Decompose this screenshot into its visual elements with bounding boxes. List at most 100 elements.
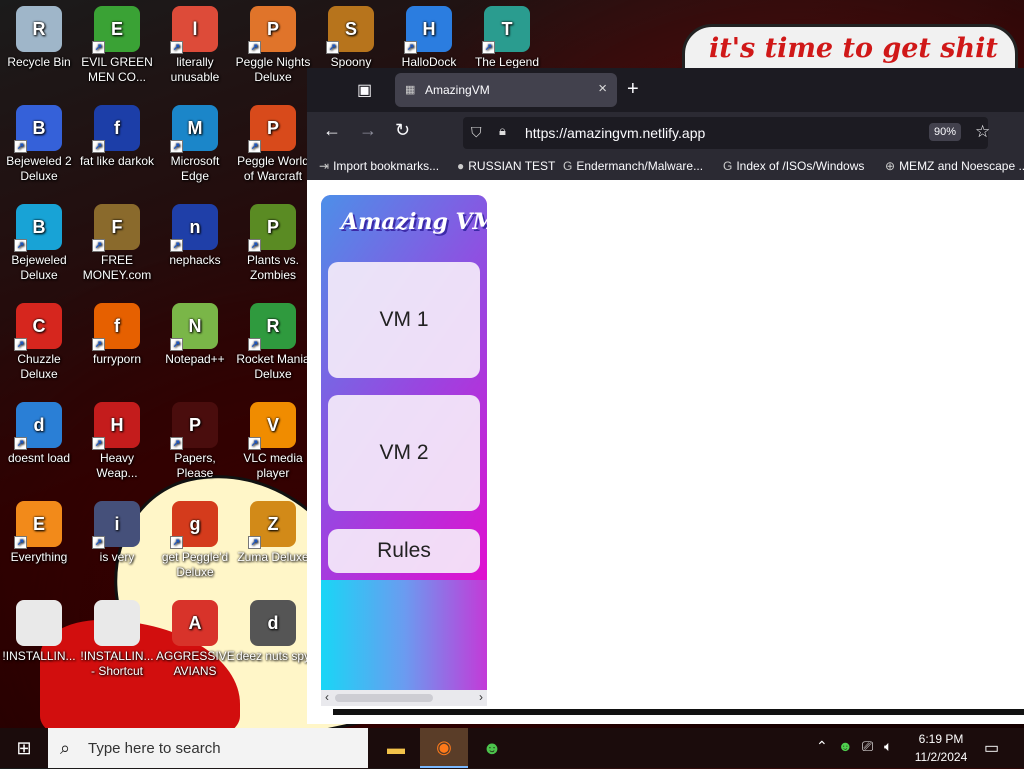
peggle-nights-icon: P ↗ (248, 6, 296, 54)
desktop-shortcut[interactable]: f ↗ furryporn (78, 303, 156, 367)
vm-1-card[interactable]: VM 1 (328, 262, 480, 378)
chuzzle-icon: C ↗ (14, 303, 62, 351)
tab-amazingvm[interactable]: ▦ AmazingVM × (395, 73, 617, 107)
clock-date: 11/2/2024 (914, 750, 968, 764)
desktop-shortcut[interactable]: S ↗ Spoony (312, 6, 390, 70)
shortcut-arrow-icon: ↗ (170, 140, 183, 153)
shortcut-arrow-icon: ↗ (92, 239, 105, 252)
desktop-shortcut[interactable]: V ↗ VLC media player (234, 402, 312, 481)
google-icon: G (563, 159, 573, 173)
close-tab-icon[interactable]: × (598, 80, 607, 97)
desktop-shortcut[interactable]: A AGGRESSIVE AVIANS (156, 600, 235, 679)
vm-2-card[interactable]: VM 2 (328, 395, 480, 511)
bookmark-russian-test[interactable]: ● RUSSIAN TEST (457, 159, 555, 173)
tab-title: AmazingVM (425, 83, 490, 97)
papers-please-icon: P ↗ (170, 402, 218, 450)
green-men-taskbar-icon[interactable]: ☻ (468, 728, 516, 768)
shortcut-arrow-icon: ↗ (14, 140, 27, 153)
notifications-icon[interactable]: ▭ (984, 738, 999, 758)
import-icon: ⇥ (319, 159, 330, 173)
bookmark-isos[interactable]: G Index of /ISOs/Windows (723, 159, 864, 173)
file-explorer-icon[interactable]: ▬ (372, 728, 420, 768)
evil-green-men-icon: E ↗ (92, 6, 140, 54)
desktop-shortcut[interactable]: R ↗ Rocket Mania Deluxe (234, 303, 312, 382)
scrollbar-thumb[interactable] (335, 694, 433, 702)
desktop-shortcut[interactable]: !INSTALLIN... (0, 600, 78, 664)
network-icon[interactable]: ⎚ (862, 738, 873, 755)
desktop-shortcut[interactable]: H ↗ HalloDock (390, 6, 468, 70)
address-bar[interactable]: ⛉ 🔒︎ https://amazingvm.netlify.app 90% ☆ (463, 117, 990, 149)
chevron-up-icon[interactable]: ⌃ (816, 738, 828, 755)
back-icon[interactable]: ← (323, 120, 341, 141)
firefox-view-icon[interactable]: ▣ (357, 80, 377, 100)
peggle-warcraft-icon: P ↗ (248, 105, 296, 153)
desktop-shortcut[interactable]: N ↗ Notepad++ (156, 303, 234, 367)
shortcut-arrow-icon: ↗ (404, 41, 417, 54)
is-very-icon: i ↗ (92, 501, 140, 549)
horizontal-scrollbar[interactable]: ‹ › (321, 690, 487, 706)
bookmark-endermanch[interactable]: G Endermanch/Malware... (563, 159, 703, 173)
zoom-indicator[interactable]: 90% (929, 123, 962, 141)
desktop-shortcut-label: Bejeweled Deluxe (11, 253, 67, 282)
the-legend-icon: T ↗ (482, 6, 530, 54)
desktop-shortcut[interactable]: B ↗ Bejeweled Deluxe (0, 204, 78, 283)
search-placeholder[interactable]: Type here to search (88, 740, 221, 757)
bookmark-import[interactable]: ⇥ Import bookmarks... (319, 159, 439, 173)
desktop-shortcut[interactable]: M ↗ Microsoft Edge (156, 105, 234, 184)
desktop-shortcut-label: Rocket Mania Deluxe (236, 352, 310, 381)
rules-card[interactable]: Rules (328, 529, 480, 573)
desktop-shortcut[interactable]: E ↗ EVIL GREEN MEN CO... (78, 6, 156, 85)
desktop-shortcut[interactable]: B ↗ Bejeweled 2 Deluxe (0, 105, 78, 184)
desktop-shortcut[interactable]: f ↗ fat like darkok (78, 105, 156, 169)
desktop-shortcut[interactable]: H ↗ Heavy Weap... (78, 402, 156, 481)
shortcut-arrow-icon: ↗ (326, 41, 339, 54)
page-bottom-bar (333, 709, 1024, 715)
desktop-shortcut[interactable]: i ↗ is very (78, 501, 156, 565)
bookmark-star-icon[interactable]: ☆ (975, 122, 990, 142)
firefox-taskbar-icon[interactable]: ◉ (420, 728, 468, 768)
desktop-shortcut[interactable]: d ↗ doesnt load (0, 402, 78, 466)
globe-icon: ⊕ (885, 159, 896, 173)
browser-window: ▣ ▦ AmazingVM × + ← → ↻ ⛉ 🔒︎ https://ama… (307, 68, 1024, 724)
scroll-left-icon[interactable]: ‹ (325, 690, 329, 704)
new-tab-icon[interactable]: + (627, 78, 639, 101)
clock[interactable]: 6:19 PM 11/2/2024 (906, 730, 976, 766)
lock-icon[interactable]: 🔒︎ (499, 123, 506, 139)
desktop-shortcut[interactable]: P ↗ Plants vs. Zombies (234, 204, 312, 283)
url-text[interactable]: https://amazingvm.netlify.app (525, 125, 705, 141)
desktop-shortcut[interactable]: n ↗ nephacks (156, 204, 234, 268)
tray-app-icon[interactable]: ☻ (838, 738, 853, 754)
shortcut-arrow-icon: ↗ (248, 338, 261, 351)
plants-vs-zombies-icon: P ↗ (248, 204, 296, 252)
clock-time: 6:19 PM (918, 732, 964, 746)
desktop-shortcut[interactable]: P ↗ Peggle Nights Deluxe (234, 6, 312, 85)
desktop-shortcut[interactable]: l ↗ literally unusable (156, 6, 234, 85)
desktop-shortcut-label: literally unusable (170, 55, 220, 84)
bookmark-memz[interactable]: ⊕ MEMZ and Noescape ... (885, 159, 1024, 173)
vm-panel: Amazing VM VM 1 VM 2 Rules (321, 195, 487, 692)
desktop-shortcut[interactable]: g ↗ get Peggle'd Deluxe (156, 501, 234, 580)
scroll-right-icon[interactable]: › (479, 690, 483, 704)
shield-icon[interactable]: ⛉ (471, 124, 482, 141)
taskbar-search[interactable]: ⌕ Type here to search (48, 728, 368, 768)
desktop-shortcut[interactable]: E ↗ Everything (0, 501, 78, 565)
forward-icon[interactable]: → (359, 120, 377, 141)
desktop-shortcut[interactable]: R Recycle Bin (0, 6, 78, 70)
desktop-shortcut[interactable]: d deez nuts spy (234, 600, 312, 664)
desktop-shortcut[interactable]: P ↗ Peggle World of Warcraft (234, 105, 312, 184)
shortcut-arrow-icon: ↗ (482, 41, 495, 54)
desktop-shortcut[interactable]: P ↗ Papers, Please (156, 402, 234, 481)
deez-nuts-spy-icon: d (250, 600, 296, 646)
desktop-shortcut-label: doesnt load (7, 451, 71, 465)
desktop-shortcut[interactable]: F ↗ FREE MONEY.com (78, 204, 156, 283)
volume-icon[interactable]: 🔈︎ (884, 738, 892, 755)
desktop-shortcut-label: Notepad++ (165, 352, 225, 366)
desktop-shortcut[interactable]: Z ↗ Zuma Deluxe (234, 501, 312, 565)
tab-favicon-icon: ▦ (405, 84, 416, 96)
desktop-shortcut[interactable]: !INSTALLIN... - Shortcut (78, 600, 156, 679)
reload-icon[interactable]: ↻ (395, 120, 410, 141)
desktop-shortcut[interactable]: T ↗ The Legend (468, 6, 546, 70)
desktop-shortcut-label: !INSTALLIN... - Shortcut (80, 649, 154, 678)
desktop-shortcut[interactable]: C ↗ Chuzzle Deluxe (0, 303, 78, 382)
windows-start-icon[interactable]: ⊞ (0, 728, 48, 768)
